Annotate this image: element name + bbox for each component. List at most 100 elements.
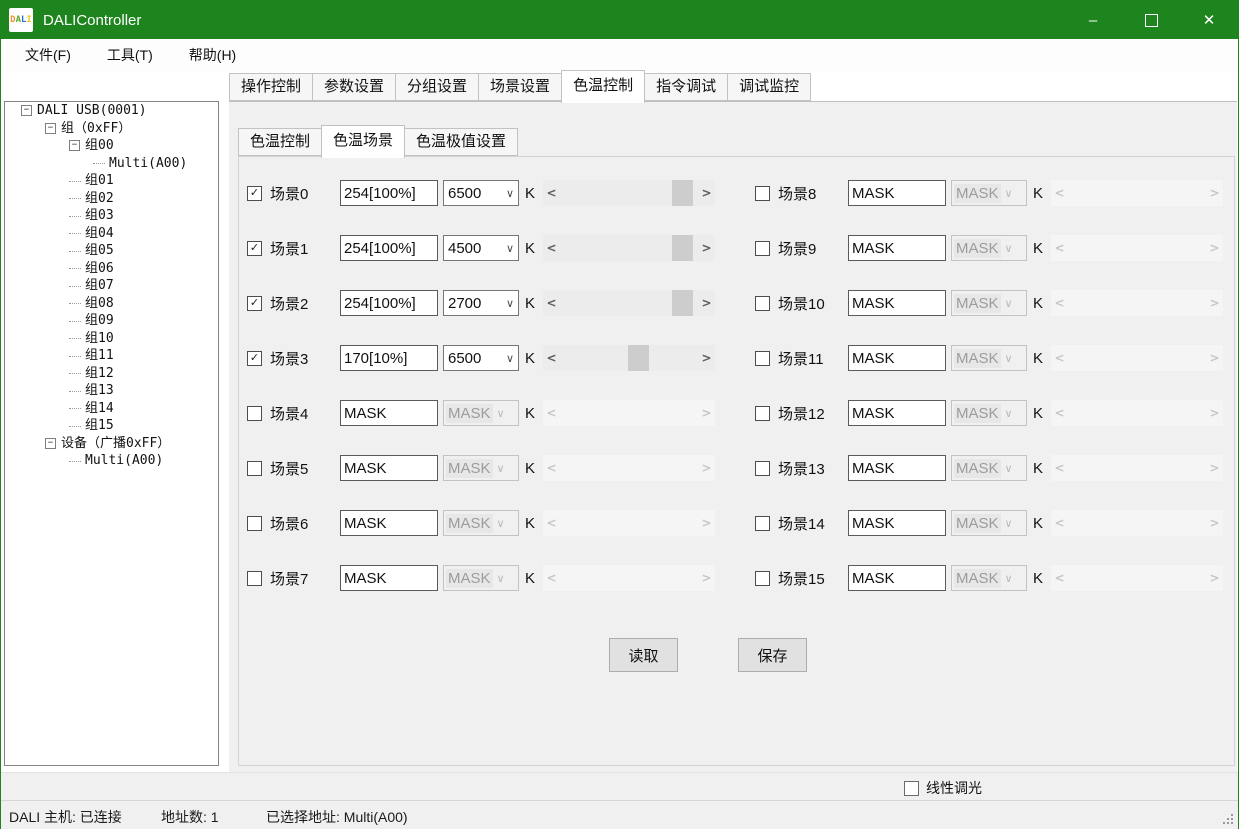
tree-item[interactable]: Multi(A00) (5, 155, 218, 173)
color-temp-dropdown[interactable]: 4500∨ (443, 235, 519, 261)
menu-help[interactable]: 帮助(H) (177, 39, 248, 71)
tree-item[interactable]: 组05 (5, 242, 218, 260)
subtab-色温控制[interactable]: 色温控制 (238, 128, 322, 156)
scene-value-input[interactable] (848, 455, 946, 481)
scene-checkbox[interactable] (247, 571, 262, 586)
scene-checkbox[interactable] (755, 571, 770, 586)
scrollbar-thumb[interactable] (672, 235, 693, 261)
color-temp-dropdown[interactable]: MASK∨ (951, 455, 1027, 481)
scene-checkbox[interactable] (755, 186, 770, 201)
scroll-right-icon[interactable]: > (698, 565, 715, 591)
scene-value-input[interactable] (340, 290, 438, 316)
color-temp-dropdown[interactable]: 2700∨ (443, 290, 519, 316)
scroll-right-icon[interactable]: > (698, 180, 715, 206)
scene-checkbox[interactable] (755, 241, 770, 256)
scroll-left-icon[interactable]: < (1051, 510, 1068, 536)
scene-scrollbar[interactable]: <> (1051, 235, 1223, 261)
color-temp-dropdown[interactable]: MASK∨ (443, 400, 519, 426)
tree-item[interactable]: −设备（广播0xFF） (5, 435, 218, 453)
maximize-button[interactable] (1122, 1, 1180, 39)
tree-item[interactable]: 组07 (5, 277, 218, 295)
tree-item[interactable]: −组（0xFF） (5, 120, 218, 138)
tree-item[interactable]: 组08 (5, 295, 218, 313)
menu-tools[interactable]: 工具(T) (95, 39, 165, 71)
color-temp-dropdown[interactable]: MASK∨ (951, 180, 1027, 206)
scene-checkbox[interactable] (755, 351, 770, 366)
scene-value-input[interactable] (848, 180, 946, 206)
tab-操作控制[interactable]: 操作控制 (229, 73, 313, 101)
scroll-left-icon[interactable]: < (543, 180, 560, 206)
scene-scrollbar[interactable]: <> (1051, 290, 1223, 316)
scene-scrollbar[interactable]: <> (543, 345, 715, 371)
close-button[interactable]: ✕ (1180, 1, 1238, 39)
color-temp-dropdown[interactable]: MASK∨ (951, 345, 1027, 371)
scene-scrollbar[interactable]: <> (543, 180, 715, 206)
scene-checkbox[interactable] (247, 516, 262, 531)
save-button[interactable]: 保存 (738, 638, 807, 672)
scroll-right-icon[interactable]: > (698, 455, 715, 481)
scene-checkbox[interactable] (247, 461, 262, 476)
scene-value-input[interactable] (848, 400, 946, 426)
scroll-left-icon[interactable]: < (1051, 290, 1068, 316)
color-temp-dropdown[interactable]: MASK∨ (951, 565, 1027, 591)
scrollbar-thumb[interactable] (628, 345, 649, 371)
tree-item[interactable]: Multi(A00) (5, 452, 218, 470)
scroll-right-icon[interactable]: > (1206, 345, 1223, 371)
scroll-left-icon[interactable]: < (1051, 565, 1068, 591)
scene-checkbox[interactable]: ✓ (247, 296, 262, 311)
menu-file[interactable]: 文件(F) (13, 39, 83, 71)
tree-collapse-icon[interactable]: − (69, 140, 80, 151)
scene-scrollbar[interactable]: <> (1051, 180, 1223, 206)
scrollbar-thumb[interactable] (672, 290, 693, 316)
scene-value-input[interactable] (848, 235, 946, 261)
tree-item[interactable]: 组03 (5, 207, 218, 225)
scene-checkbox[interactable] (755, 516, 770, 531)
scene-value-input[interactable] (848, 510, 946, 536)
scene-scrollbar[interactable]: <> (1051, 565, 1223, 591)
scroll-right-icon[interactable]: > (698, 345, 715, 371)
scene-value-input[interactable] (340, 345, 438, 371)
scene-scrollbar[interactable]: <> (543, 455, 715, 481)
subtab-色温极值设置[interactable]: 色温极值设置 (404, 128, 518, 156)
scene-value-input[interactable] (848, 290, 946, 316)
tree-item[interactable]: 组10 (5, 330, 218, 348)
scroll-left-icon[interactable]: < (543, 565, 560, 591)
scene-scrollbar[interactable]: <> (1051, 345, 1223, 371)
tab-参数设置[interactable]: 参数设置 (312, 73, 396, 101)
scroll-left-icon[interactable]: < (543, 290, 560, 316)
tab-分组设置[interactable]: 分组设置 (395, 73, 479, 101)
scroll-left-icon[interactable]: < (1051, 180, 1068, 206)
tree-item[interactable]: 组06 (5, 260, 218, 278)
tree-item[interactable]: 组13 (5, 382, 218, 400)
color-temp-dropdown[interactable]: MASK∨ (443, 510, 519, 536)
scroll-left-icon[interactable]: < (543, 235, 560, 261)
subtab-色温场景[interactable]: 色温场景 (321, 125, 405, 158)
scroll-left-icon[interactable]: < (543, 400, 560, 426)
color-temp-dropdown[interactable]: MASK∨ (951, 510, 1027, 536)
scroll-right-icon[interactable]: > (698, 235, 715, 261)
scene-value-input[interactable] (340, 565, 438, 591)
tree-item[interactable]: 组15 (5, 417, 218, 435)
color-temp-dropdown[interactable]: MASK∨ (443, 455, 519, 481)
scene-scrollbar[interactable]: <> (543, 565, 715, 591)
scene-value-input[interactable] (848, 345, 946, 371)
tree-item[interactable]: 组02 (5, 190, 218, 208)
tree-item[interactable]: −DALI USB(0001) (5, 102, 218, 120)
tree-collapse-icon[interactable]: − (45, 438, 56, 449)
tree-item[interactable]: 组12 (5, 365, 218, 383)
color-temp-dropdown[interactable]: MASK∨ (443, 565, 519, 591)
tab-场景设置[interactable]: 场景设置 (478, 73, 562, 101)
tab-色温控制[interactable]: 色温控制 (561, 70, 645, 103)
scroll-right-icon[interactable]: > (1206, 235, 1223, 261)
scene-value-input[interactable] (848, 565, 946, 591)
scene-value-input[interactable] (340, 400, 438, 426)
scroll-right-icon[interactable]: > (698, 290, 715, 316)
scene-scrollbar[interactable]: <> (543, 290, 715, 316)
scene-value-input[interactable] (340, 235, 438, 261)
resize-grip-icon[interactable] (1231, 822, 1233, 824)
scene-scrollbar[interactable]: <> (1051, 510, 1223, 536)
tree-collapse-icon[interactable]: − (21, 105, 32, 116)
scroll-right-icon[interactable]: > (1206, 400, 1223, 426)
read-button[interactable]: 读取 (609, 638, 678, 672)
scroll-left-icon[interactable]: < (543, 510, 560, 536)
